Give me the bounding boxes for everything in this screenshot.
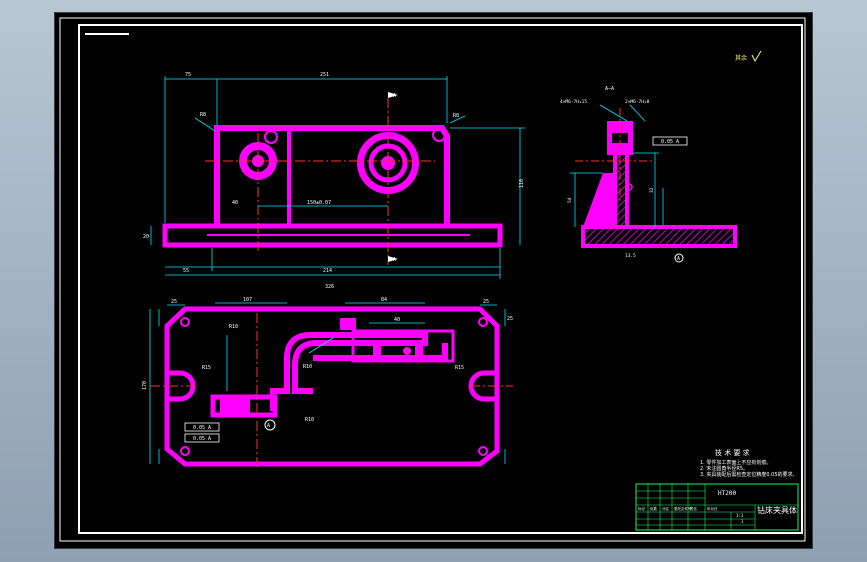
row-label-2: 处数 xyxy=(650,506,658,511)
roughness-label: 其余 xyxy=(735,54,747,62)
title-part-name: 钻床夹具体 xyxy=(757,505,797,515)
cad-drawing: 326 251 75 110 55 214 150±0.07 40 20 R8 … xyxy=(59,17,806,542)
section-datum: A xyxy=(677,256,680,262)
front-view: 326 251 75 110 55 214 150±0.07 40 20 R8 … xyxy=(143,72,525,290)
front-dim-bottom-left: 55 xyxy=(183,268,189,274)
plan-dim-top-2: 84 xyxy=(381,297,387,303)
row-label-3: 分区 xyxy=(662,506,670,511)
front-dim-bottom-mid: 214 xyxy=(323,268,332,274)
plan-dim-r-slot-right: R15 xyxy=(455,365,464,371)
plan-view: 107 84 40 170 25 25 25 R15 R15 R10 R10 R… xyxy=(142,297,513,468)
section-dim-1: 4×M6-7H↓15 xyxy=(560,99,587,105)
plan-dim-left: 170 xyxy=(142,381,148,390)
front-dim-center: 150±0.07 xyxy=(307,200,331,206)
inner-frame xyxy=(78,24,803,534)
section-label: A—A xyxy=(605,86,614,92)
plan-dim-r-slot-left: R15 xyxy=(202,365,211,371)
row-label-1: 标记 xyxy=(638,506,646,511)
section-dim-2: 2×M6-7H↓8 xyxy=(625,99,650,105)
row-label-6: 年月日 xyxy=(707,506,718,511)
title-block: 标记 处数 分区 更改文件号 签名 年月日 HT200 钻床夹具体 1:1 1 xyxy=(635,483,799,531)
tech-req-title: 技 术 要 求 xyxy=(715,448,750,457)
front-dim-top: 251 xyxy=(320,72,329,78)
front-dim-left: 75 xyxy=(185,72,191,78)
front-dim-height: 110 xyxy=(519,179,525,188)
plan-dim-corner-1: 25 xyxy=(171,299,177,305)
plan-dim-top-1: 107 xyxy=(243,297,252,303)
section-dim-4: 32 xyxy=(649,187,655,193)
section-dim-3: 54 xyxy=(567,197,573,203)
plan-dim-top-3: 40 xyxy=(394,317,400,323)
section-dim-5: 13.5 xyxy=(625,253,636,259)
plan-dim-corner-3: 25 xyxy=(507,316,513,322)
front-dim-hole: 40 xyxy=(232,200,238,206)
tech-req-item-1: 1. 零件加工表面上不应有划痕。 xyxy=(700,459,771,466)
title-material: HT200 xyxy=(718,490,736,497)
front-dim-base-h: 20 xyxy=(143,234,149,240)
plan-dim-r2: R10 xyxy=(303,364,312,370)
title-scale: 1:1 xyxy=(736,513,744,518)
section-tol-frame: 0.05 A xyxy=(661,139,679,145)
tech-req-item-3: 3. 夹具装配后需检查定位精度0.05的要求。 xyxy=(700,471,798,478)
row-label-5: 签名 xyxy=(690,506,697,511)
technical-requirements: 技 术 要 求 1. 零件加工表面上不应有划痕。 2. 未注圆角半径R5。 3.… xyxy=(700,448,798,478)
drawing-sheet: 326 251 75 110 55 214 150±0.07 40 20 R8 … xyxy=(54,12,813,549)
section-view: A—A 4×M6-7H↓15 2×M6-7H↓8 54 32 13.5 0.05… xyxy=(560,50,762,263)
plan-tol-frame-1: 0.05 A xyxy=(193,425,211,431)
title-sheet: 1 xyxy=(741,519,744,524)
plan-tol-frame-2: 0.05 A xyxy=(193,436,211,442)
front-dim-r2: R8 xyxy=(453,113,459,119)
front-dim-total: 326 xyxy=(325,284,334,290)
plan-dim-r3: R10 xyxy=(305,417,314,423)
tech-req-item-2: 2. 未注圆角半径R5。 xyxy=(700,465,748,472)
front-dim-r1: R8 xyxy=(200,112,206,118)
plan-datum: A xyxy=(267,423,270,429)
plan-dim-r1: R10 xyxy=(229,324,238,330)
plan-dim-corner-2: 25 xyxy=(483,299,489,305)
